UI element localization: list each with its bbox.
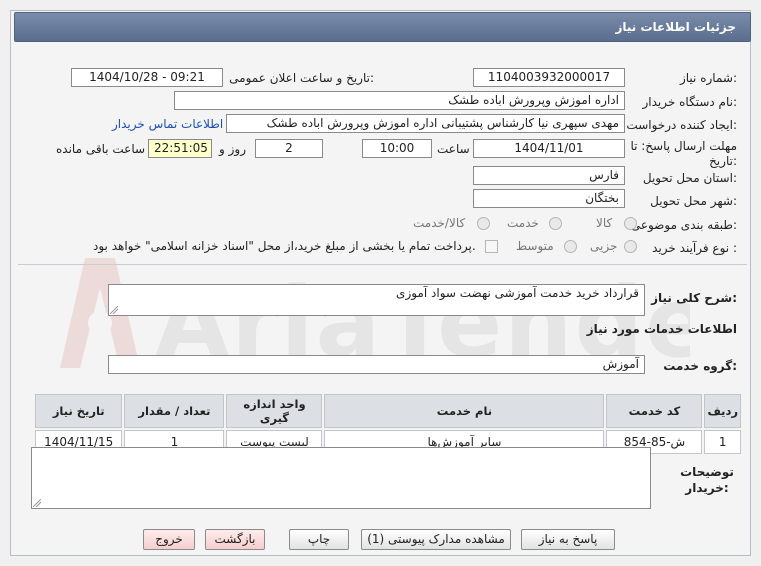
deadline-time-field: 10:00	[362, 139, 432, 158]
process-medium-radio[interactable]	[564, 240, 577, 253]
province-field: فارس	[473, 166, 625, 185]
services-info-heading: اطلاعات خدمات مورد نیاز	[586, 322, 737, 336]
deadline-date-field: 1404/11/01	[473, 139, 625, 158]
service-group-field: آموزش	[108, 355, 645, 374]
buyer-org-label: نام دستگاه خریدار:	[642, 95, 738, 109]
category-goods-label: کالا	[596, 216, 613, 230]
need-number-field: 1104003932000017	[473, 68, 625, 87]
buyer-notes-label: توضیحات خریدار:	[680, 465, 734, 495]
general-desc-label: شرح کلی نیاز:	[651, 291, 737, 305]
deadline-label: مهلت ارسال پاسخ: تا تاریخ:	[630, 139, 737, 168]
requester-field: مهدی سپهری نیا کارشناس پشتیبانی اداره ام…	[226, 114, 625, 133]
category-goods-service-radio[interactable]	[477, 217, 490, 230]
category-service-radio[interactable]	[549, 217, 562, 230]
col-name-header: نام خدمت	[324, 394, 605, 428]
city-field: بختگان	[473, 189, 625, 208]
table-header-row: ردیف کد خدمت نام خدمت واحد اندازه گیری ت…	[35, 394, 741, 428]
process-medium-label: متوسط	[516, 239, 554, 253]
category-goods-service-label: کالا/خدمت	[413, 216, 466, 230]
exit-button[interactable]: خروج	[143, 529, 195, 550]
days-remaining-field: 2	[255, 139, 323, 158]
col-row-header: ردیف	[704, 394, 741, 428]
resize-handle-icon[interactable]	[110, 306, 118, 314]
day-and-label: روز و	[219, 142, 246, 156]
general-desc-textarea[interactable]: قرارداد خرید خدمت آموزشی نهضت سواد آموزی	[108, 284, 645, 316]
process-minor-radio[interactable]	[624, 240, 637, 253]
back-button[interactable]: بازگشت	[205, 529, 265, 550]
page-title: جزئیات اطلاعات نیاز	[615, 20, 736, 34]
process-minor-label: جزیی	[590, 239, 618, 253]
remaining-label: ساعت باقی مانده	[56, 142, 146, 156]
print-button[interactable]: چاپ	[289, 529, 349, 550]
province-label: استان محل تحویل:	[642, 171, 737, 185]
category-goods-radio[interactable]	[624, 217, 637, 230]
buyer-contact-link[interactable]: اطلاعات تماس خریدار	[112, 117, 223, 131]
buyer-org-field: اداره اموزش وپرورش اباده طشک	[174, 91, 625, 110]
treasury-payment-checkbox[interactable]	[485, 240, 498, 253]
cell-row: 1	[704, 430, 741, 454]
buyer-notes-textarea[interactable]	[31, 447, 651, 509]
requester-label: ایجاد کننده درخواست:	[626, 118, 737, 132]
process-type-label: نوع فرآیند خرید :	[652, 241, 737, 255]
attachments-button[interactable]: مشاهده مدارک پیوستی (1)	[361, 529, 511, 550]
title-bar: جزئیات اطلاعات نیاز	[14, 12, 751, 42]
category-label: طبقه بندی موضوعی:	[630, 218, 737, 232]
announce-datetime-field: 1404/10/28 - 09:21	[71, 68, 223, 87]
reply-button[interactable]: پاسخ به نیاز	[521, 529, 615, 550]
remaining-time-field: 22:51:05	[148, 139, 212, 158]
col-unit-header: واحد اندازه گیری	[226, 394, 323, 428]
need-number-label: شماره نیاز:	[679, 71, 737, 85]
treasury-payment-note: پرداخت تمام یا بخشی از مبلغ خرید،از محل …	[93, 239, 476, 253]
col-code-header: کد خدمت	[606, 394, 703, 428]
service-group-label: گروه خدمت:	[663, 359, 737, 373]
resize-handle-icon[interactable]	[33, 499, 41, 507]
category-service-label: خدمت	[507, 216, 539, 230]
city-label: شهر محل تحویل:	[650, 194, 737, 208]
col-date-header: تاریخ نیاز	[35, 394, 123, 428]
deadline-hour-label: ساعت	[437, 142, 470, 156]
divider	[18, 264, 747, 265]
col-qty-header: تعداد / مقدار	[124, 394, 225, 428]
announce-datetime-label: تاریخ و ساعت اعلان عمومی:	[229, 71, 374, 85]
